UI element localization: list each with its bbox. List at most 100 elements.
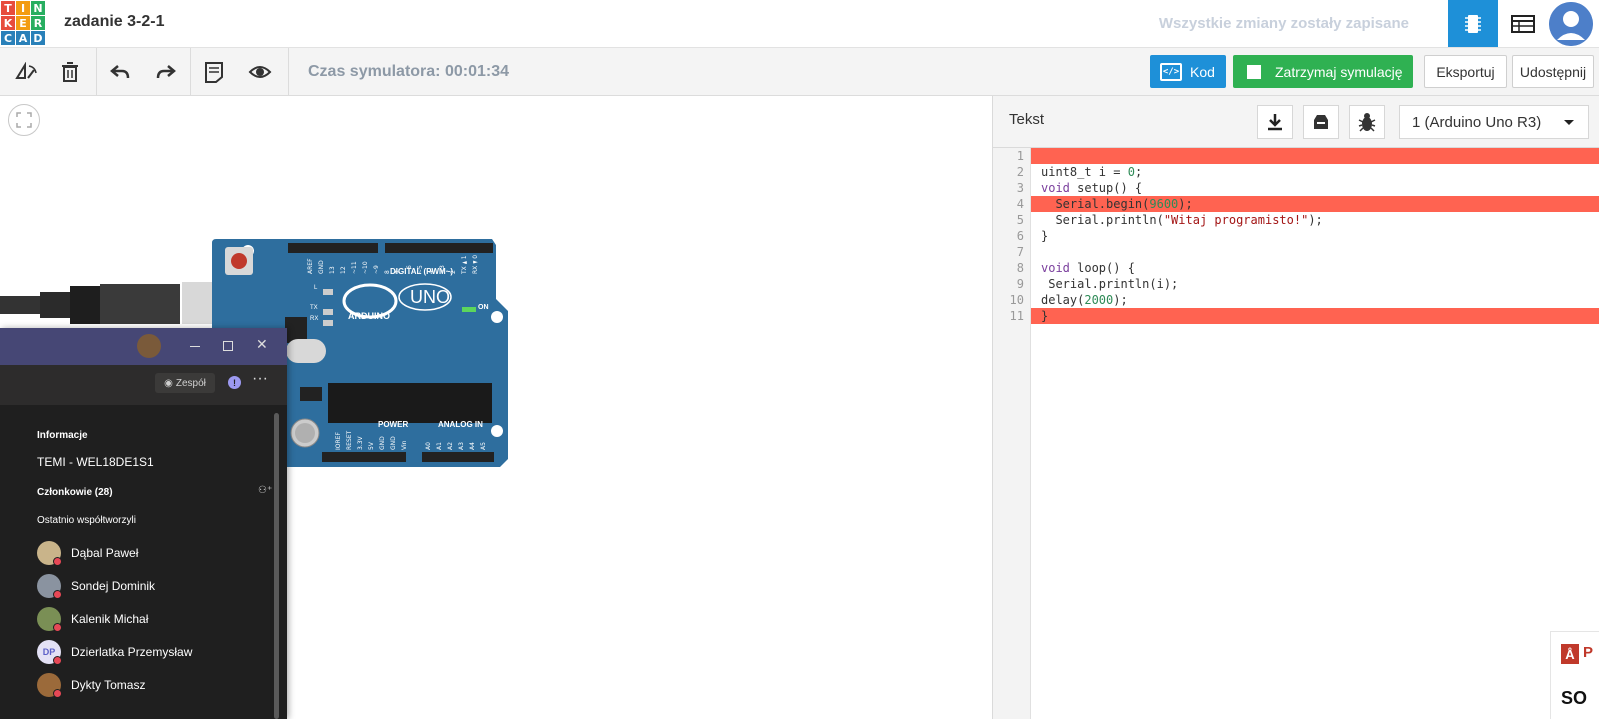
teams-window[interactable]: ✕ ◉ Zespół ! ··· Informacje TEMI - WEL18… — [0, 328, 287, 719]
status-badge — [53, 689, 62, 698]
circuit-view-icon[interactable] — [1448, 0, 1498, 47]
teams-profile-avatar[interactable] — [137, 334, 161, 358]
tinkercad-logo[interactable]: TIN KER CAD — [0, 0, 45, 45]
stop-button-label: Zatrzymaj symulację — [1275, 63, 1403, 80]
delete-icon[interactable] — [52, 54, 88, 90]
code-panel-header: Tekst 1 (Arduino Uno R3) — [993, 96, 1599, 148]
pin-label: GND — [379, 436, 386, 450]
power-pin-labels: IOREF RESET 3.3V 5V GND GND Vin — [334, 430, 414, 450]
teams-info-panel: Informacje TEMI - WEL18DE1S1 Członkowie … — [0, 413, 287, 719]
more-options-icon[interactable]: ··· — [252, 370, 268, 388]
code-line-4: Serial.begin(9600); — [1031, 196, 1599, 212]
uno-label: UNO — [410, 287, 450, 307]
pin-label: TX►1 — [461, 255, 468, 274]
member-name: Dykty Tomasz — [71, 678, 146, 692]
info-icon[interactable]: ! — [228, 376, 241, 389]
add-member-icon[interactable]: ⚇⁺ — [258, 485, 272, 496]
teams-channel-header: ◉ Zespół ! ··· — [0, 365, 287, 405]
pin-label: ~6 — [406, 265, 413, 274]
member-row[interactable]: Dykty Tomasz — [37, 673, 277, 699]
stop-icon — [1247, 64, 1261, 79]
component-list-icon[interactable] — [1498, 0, 1548, 47]
pin-label: IOREF — [335, 432, 342, 450]
pin-label: A5 — [480, 442, 487, 450]
line-number-gutter: 1 2 3 4 5 6 7 8 9 10 11 — [993, 148, 1031, 719]
status-badge — [53, 623, 62, 632]
maximize-icon[interactable] — [223, 341, 233, 351]
team-button-label: Zespół — [175, 377, 206, 389]
logo-letter: I — [16, 1, 30, 15]
pin-label: ~11 — [351, 261, 358, 274]
line-number: 4 — [1016, 197, 1024, 211]
pin-label: A0 — [425, 442, 432, 450]
member-row[interactable]: Kalenik Michał — [37, 607, 277, 633]
pin-label: GND — [390, 436, 397, 450]
line-number: 5 — [1016, 213, 1024, 227]
code-line-1 — [1031, 148, 1599, 164]
ad-logo-icon: Å — [1561, 644, 1579, 664]
ad-text: SO — [1561, 688, 1588, 708]
code-editor[interactable]: uint8_t i = 0; void setup() { Serial.beg… — [1031, 148, 1599, 719]
ad-letter: P — [1583, 644, 1594, 661]
code-icon: </> — [1160, 62, 1182, 81]
pin-label: A4 — [469, 442, 476, 450]
share-button[interactable]: Udostępnij — [1512, 55, 1594, 88]
undo-icon[interactable] — [102, 54, 138, 90]
pin-label: 3.3V — [357, 436, 364, 450]
export-button[interactable]: Eksportuj — [1424, 55, 1507, 88]
close-icon[interactable]: ✕ — [256, 337, 268, 353]
code-button-label: Kod — [1190, 63, 1215, 80]
code-mode-select[interactable]: Tekst — [1009, 111, 1044, 128]
member-row[interactable]: DP Dzierlatka Przemysław — [37, 640, 277, 666]
pin-label: ~3 — [439, 265, 446, 274]
fit-view-button[interactable] — [8, 104, 40, 136]
info-heading: Informacje — [37, 430, 88, 441]
team-name: TEMI - WEL18DE1S1 — [37, 455, 154, 469]
pin-label: GND — [318, 260, 325, 274]
notes-icon[interactable] — [196, 54, 232, 90]
redo-icon[interactable] — [148, 54, 184, 90]
code-button[interactable]: </> Kod — [1150, 55, 1226, 88]
rotate-icon[interactable] — [8, 54, 44, 90]
debugger-bug-icon[interactable] — [1349, 105, 1385, 139]
recent-heading: Ostatnio współtworzyli — [37, 515, 136, 526]
corner-advertisement[interactable]: Å P SO — [1550, 631, 1599, 719]
team-button[interactable]: ◉ Zespół — [155, 373, 215, 393]
libraries-icon[interactable] — [1303, 105, 1339, 139]
line-number: 8 — [1016, 261, 1024, 275]
stop-simulation-button[interactable]: Zatrzymaj symulację — [1233, 55, 1413, 88]
pin-label: 7 — [395, 270, 402, 274]
member-row[interactable]: Sondej Dominik — [37, 574, 277, 600]
top-bar: TIN KER CAD zadanie 3-2-1 Wszystkie zmiany… — [0, 0, 1599, 48]
member-row[interactable]: Dąbal Paweł — [37, 541, 277, 567]
line-number: 10 — [1009, 293, 1024, 307]
project-title[interactable]: zadanie 3-2-1 — [64, 13, 164, 31]
user-avatar[interactable] — [1549, 2, 1593, 46]
code-line-6: } — [1041, 229, 1049, 243]
line-number: 6 — [1016, 229, 1024, 243]
visibility-icon[interactable] — [242, 54, 278, 90]
member-name: Kalenik Michał — [71, 612, 149, 626]
pin-label: 8 — [384, 270, 391, 274]
logo-letter: R — [31, 16, 45, 30]
chevron-down-icon — [1564, 120, 1574, 125]
minimize-icon[interactable] — [190, 346, 200, 347]
code-line-5: Serial.println("Witaj programisto!"); — [1041, 213, 1323, 227]
line-number: 1 — [1016, 149, 1024, 163]
pin-label: ~9 — [373, 265, 380, 274]
pin-label: A1 — [436, 442, 443, 450]
pin-label: AREF — [307, 258, 314, 274]
line-number: 9 — [1016, 277, 1024, 291]
pin-label: Vin — [401, 440, 408, 450]
pin-label: RESET — [346, 430, 353, 450]
logo-letter: A — [16, 31, 30, 45]
save-status: Wszystkie zmiany zostały zapisane — [1158, 15, 1409, 32]
pin-label: A3 — [458, 442, 465, 450]
line-number: 2 — [1016, 165, 1024, 179]
device-select[interactable]: 1 (Arduino Uno R3) — [1399, 105, 1589, 139]
download-code-icon[interactable] — [1257, 105, 1293, 139]
code-line-9: Serial.println(i); — [1041, 277, 1179, 291]
member-name: Dzierlatka Przemysław — [71, 645, 193, 659]
code-panel: Tekst 1 (Arduino Uno R3) 1 2 3 4 5 6 7 8 9 10 11 u… — [992, 96, 1599, 719]
pin-label: ~5 — [417, 265, 424, 274]
